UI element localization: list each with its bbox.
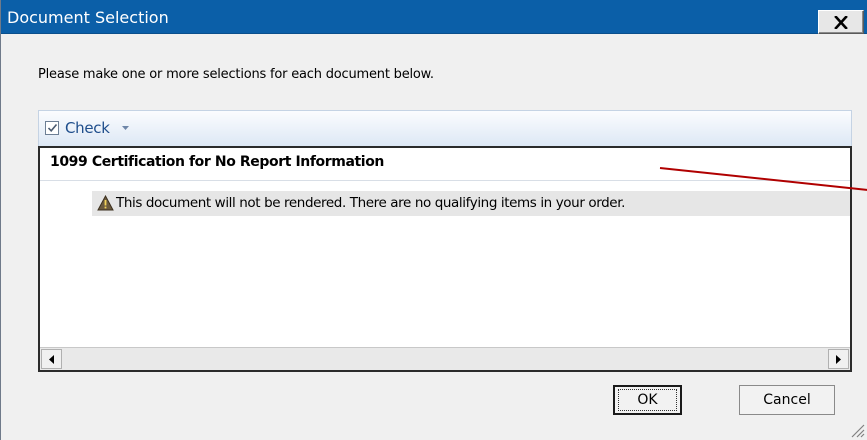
ok-button[interactable]: OK xyxy=(613,385,682,415)
resize-grip-icon[interactable] xyxy=(847,420,865,438)
close-button[interactable] xyxy=(818,10,864,34)
checkbox-checked-icon xyxy=(45,121,59,135)
document-selection-dialog: Document Selection Please make one or mo… xyxy=(0,0,867,440)
document-header[interactable]: 1099 Certification for No Report Informa… xyxy=(40,148,850,181)
document-message-row: This document will not be rendered. Ther… xyxy=(92,191,850,216)
ok-button-label: OK xyxy=(618,389,677,411)
list-toolbar: Check xyxy=(38,110,852,146)
document-title: 1099 Certification for No Report Informa… xyxy=(50,154,384,170)
title-bar[interactable]: Document Selection xyxy=(1,0,867,34)
window-title: Document Selection xyxy=(7,8,169,27)
close-icon xyxy=(834,15,848,29)
chevron-down-icon xyxy=(121,125,129,131)
warning-icon xyxy=(97,194,114,214)
cancel-button[interactable]: Cancel xyxy=(739,385,835,415)
document-message: This document will not be rendered. Ther… xyxy=(116,195,626,211)
scroll-right-button[interactable] xyxy=(828,349,849,369)
arrow-right-icon xyxy=(836,354,841,364)
arrow-left-icon xyxy=(49,354,54,364)
instruction-text: Please make one or more selections for e… xyxy=(38,67,434,82)
check-label: Check xyxy=(65,119,110,137)
document-list[interactable]: 1099 Certification for No Report Informa… xyxy=(38,146,852,372)
check-dropdown-button[interactable]: Check xyxy=(45,119,129,137)
scroll-left-button[interactable] xyxy=(41,349,62,369)
horizontal-scrollbar[interactable] xyxy=(40,347,850,370)
